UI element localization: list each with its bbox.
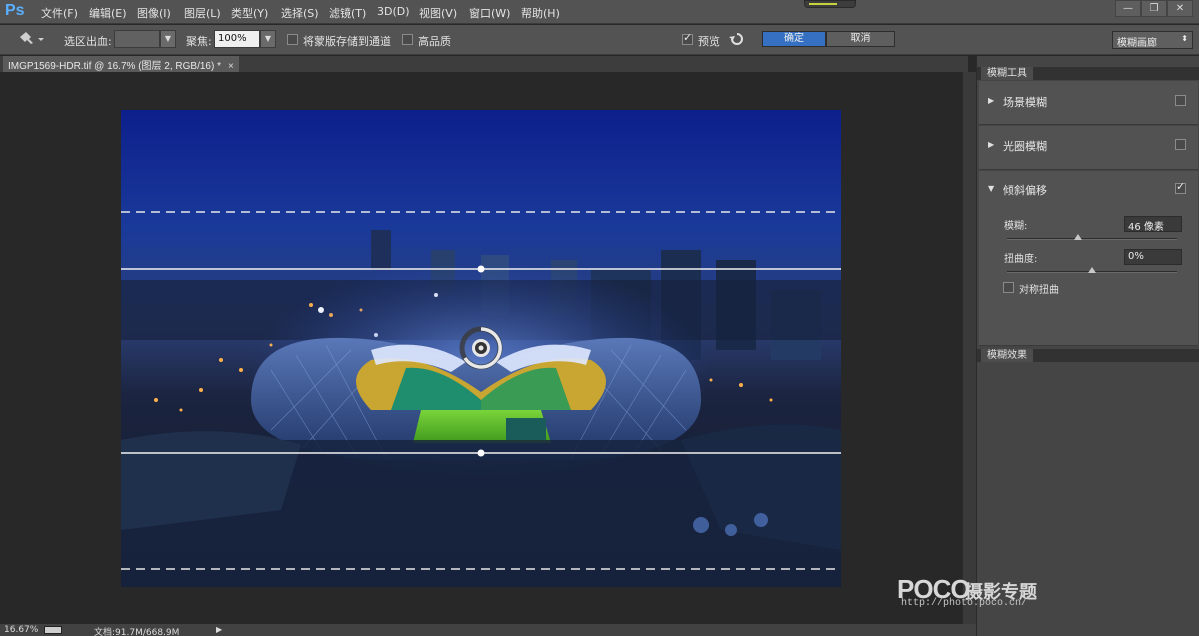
tilt-shift-section[interactable]: ▼ 倾斜偏移 模糊: 46 像素 扭曲度: 0% 对称扭曲 bbox=[979, 171, 1198, 346]
cancel-button[interactable]: 取消 bbox=[826, 31, 895, 47]
workspace-select[interactable]: 模糊画廊 ⬍ bbox=[1112, 31, 1193, 49]
poco-watermark: POCO 摄影专题 http://photo.poco.cn/ bbox=[897, 574, 1037, 609]
iris-blur-checkbox[interactable] bbox=[1175, 139, 1186, 150]
menu-select[interactable]: 选择(S) bbox=[281, 5, 319, 21]
distortion-slider-thumb[interactable] bbox=[1088, 267, 1096, 273]
field-blur-label: 场景模糊 bbox=[1003, 96, 1047, 109]
status-arrow-icon[interactable]: ▶ bbox=[216, 625, 222, 634]
document-size: 文档:91.7M/668.9M bbox=[94, 628, 180, 636]
document-tab[interactable]: IMGP1569-HDR.tif @ 16.7% (图层 2, RGB/16) … bbox=[3, 56, 239, 72]
document-tab-bar: IMGP1569-HDR.tif @ 16.7% (图层 2, RGB/16) … bbox=[0, 56, 968, 72]
tilt-shift-checkbox[interactable] bbox=[1175, 180, 1186, 194]
close-icon[interactable]: × bbox=[228, 61, 234, 72]
blur-effects-header: 模糊效果 bbox=[977, 349, 1199, 362]
distortion-label: 扭曲度: bbox=[1004, 254, 1038, 265]
blur-slider[interactable] bbox=[1007, 234, 1177, 240]
high-quality-checkbox[interactable] bbox=[402, 34, 413, 45]
preview-checkbox[interactable] bbox=[682, 31, 693, 45]
chevron-down-icon[interactable]: ▼ bbox=[260, 30, 276, 48]
high-quality-label: 高品质 bbox=[418, 35, 451, 48]
distortion-slider[interactable] bbox=[1007, 267, 1177, 273]
vertical-scrollbar[interactable] bbox=[962, 72, 976, 624]
options-bar: 选区出血: ▼ 聚焦: 100% ▼ 将蒙版存储到通道 高品质 预览 确定 取消… bbox=[0, 25, 1199, 55]
right-panel-dock: 模糊工具 ▶ 场景模糊 ▶ 光圈模糊 ▼ 倾斜偏移 模糊: 46 像素 扭曲度:… bbox=[976, 56, 1199, 636]
save-mask-label: 将蒙版存储到通道 bbox=[303, 35, 391, 48]
rotation-handle-bottom[interactable] bbox=[477, 449, 485, 457]
ok-button[interactable]: 确定 bbox=[762, 31, 826, 47]
field-blur-section[interactable]: ▶ 场景模糊 bbox=[979, 81, 1198, 125]
tilt-shift-label: 倾斜偏移 bbox=[1003, 184, 1047, 197]
photoshop-logo: Ps bbox=[5, 2, 25, 19]
symmetric-distortion-label: 对称扭曲 bbox=[1019, 285, 1059, 296]
chevron-updown-icon: ⬍ bbox=[1181, 34, 1188, 43]
menu-3d[interactable]: 3D(D) bbox=[377, 5, 410, 18]
selection-bleed-field[interactable] bbox=[114, 30, 160, 48]
status-icon bbox=[44, 626, 62, 634]
zoom-level[interactable]: 16.67% bbox=[4, 625, 38, 635]
expand-triangle-icon[interactable]: ▶ bbox=[988, 96, 994, 105]
menu-view[interactable]: 视图(V) bbox=[419, 5, 457, 21]
focus-input[interactable]: 100% bbox=[214, 30, 260, 48]
close-window-button[interactable]: ✕ bbox=[1167, 0, 1193, 17]
chevron-down-icon[interactable]: ▼ bbox=[160, 30, 176, 48]
distortion-input[interactable]: 0% bbox=[1124, 249, 1182, 265]
selection-bleed-label: 选区出血: bbox=[64, 35, 112, 48]
field-blur-checkbox[interactable] bbox=[1175, 95, 1186, 106]
blur-amount-label: 模糊: bbox=[1004, 221, 1028, 232]
status-bar: 16.67% 文档:91.7M/668.9M ▶ bbox=[0, 624, 976, 636]
iris-blur-label: 光圈模糊 bbox=[1003, 140, 1047, 153]
window-controls: — ❐ ✕ bbox=[1115, 0, 1193, 17]
blur-effects-tab[interactable]: 模糊效果 bbox=[981, 349, 1033, 362]
menu-edit[interactable]: 编辑(E) bbox=[89, 5, 127, 21]
progress-indicator bbox=[804, 0, 856, 8]
symmetric-distortion-checkbox[interactable] bbox=[1003, 282, 1014, 293]
stadium-night-photo[interactable] bbox=[121, 110, 841, 587]
save-mask-checkbox[interactable] bbox=[287, 34, 298, 45]
menu-filter[interactable]: 滤镜(T) bbox=[329, 5, 366, 21]
menu-window[interactable]: 窗口(W) bbox=[469, 5, 510, 21]
watermark-url: http://photo.poco.cn/ bbox=[901, 598, 1028, 609]
menu-bar: Ps 文件(F) 编辑(E) 图像(I) 图层(L) 类型(Y) 选择(S) 滤… bbox=[0, 0, 1199, 24]
menu-type[interactable]: 类型(Y) bbox=[231, 5, 268, 21]
collapse-triangle-icon[interactable]: ▼ bbox=[988, 184, 994, 193]
pin-tool-icon[interactable] bbox=[18, 29, 44, 52]
expand-triangle-icon[interactable]: ▶ bbox=[988, 140, 994, 149]
menu-image[interactable]: 图像(I) bbox=[137, 5, 171, 21]
menu-layer[interactable]: 图层(L) bbox=[184, 5, 221, 21]
blur-amount-input[interactable]: 46 像素 bbox=[1124, 216, 1182, 233]
blur-tools-header: 模糊工具 bbox=[977, 67, 1199, 80]
workspace-value: 模糊画廊 bbox=[1117, 38, 1157, 49]
blur-slider-thumb[interactable] bbox=[1074, 234, 1083, 240]
iris-blur-section[interactable]: ▶ 光圈模糊 bbox=[979, 126, 1198, 170]
document-title: IMGP1569-HDR.tif @ 16.7% (图层 2, RGB/16) … bbox=[8, 61, 221, 72]
minimize-button[interactable]: — bbox=[1115, 0, 1141, 17]
reset-icon[interactable] bbox=[728, 31, 746, 50]
rotation-handle-top[interactable] bbox=[477, 265, 485, 273]
menu-file[interactable]: 文件(F) bbox=[41, 5, 78, 21]
focus-label: 聚焦: bbox=[186, 35, 212, 48]
menu-help[interactable]: 帮助(H) bbox=[521, 5, 560, 21]
restore-button[interactable]: ❐ bbox=[1141, 0, 1167, 17]
preview-label: 预览 bbox=[698, 35, 720, 48]
blur-tools-tab[interactable]: 模糊工具 bbox=[981, 67, 1033, 80]
